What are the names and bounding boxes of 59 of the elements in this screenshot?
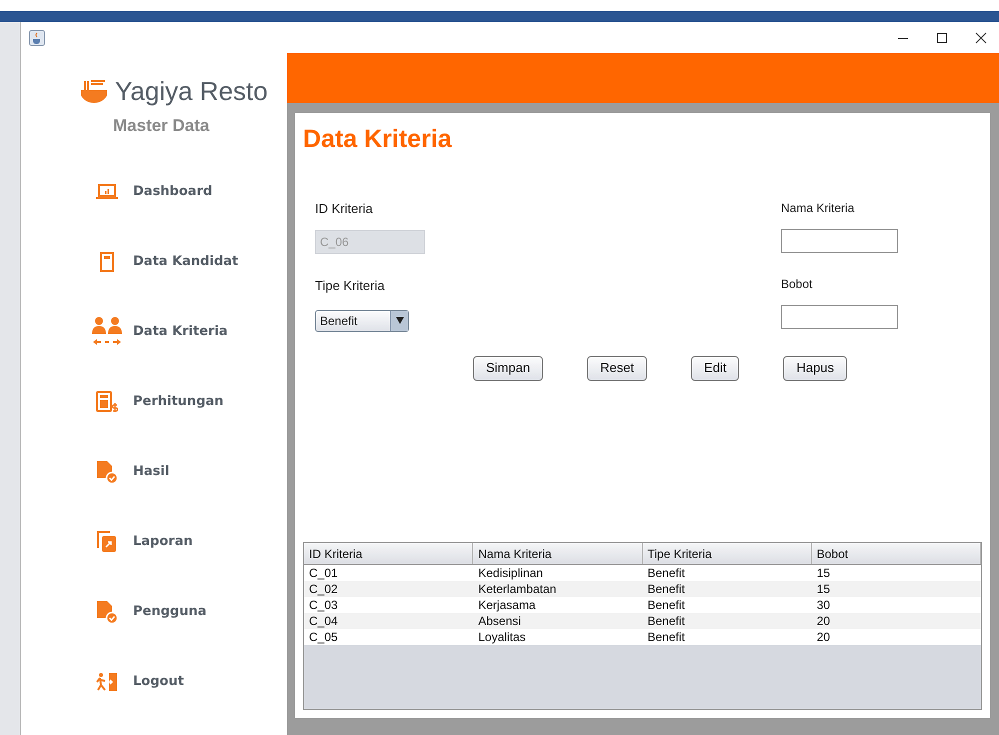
- table-cell-text: Benefit: [646, 629, 686, 645]
- column-header[interactable]: Bobot: [812, 543, 981, 564]
- action-button[interactable]: Hapus: [783, 356, 848, 380]
- field-label: ID Kriteria: [315, 200, 374, 218]
- name-input-field[interactable]: [781, 228, 898, 252]
- table-cell-text: Kedisiplinan: [477, 565, 544, 581]
- table-cell-text: Kerjasama: [477, 597, 537, 613]
- document-check-icon: [96, 600, 118, 624]
- sidebar-item[interactable]: Hasil: [21, 436, 287, 506]
- column-header[interactable]: ID Kriteria: [304, 543, 474, 564]
- table-cell-text: 30: [816, 597, 832, 613]
- table-cell-text: C_02: [308, 581, 339, 597]
- sd-card-icon: [99, 252, 115, 272]
- table-cell-text: Benefit: [646, 613, 686, 629]
- field-label: Nama Kriteria: [781, 200, 856, 216]
- java-cup-icon: [29, 30, 45, 46]
- close-icon[interactable]: [975, 32, 987, 44]
- people-arrows-icon: [91, 316, 123, 348]
- table-cell-text: C_03: [308, 597, 339, 613]
- table-cell-text: 15: [816, 565, 832, 581]
- weight-input-field[interactable]: [781, 304, 898, 328]
- table-cell-text: Benefit: [646, 565, 686, 581]
- sidebar-item[interactable]: Data Kriteria: [21, 296, 287, 366]
- laptop-icon: [96, 184, 118, 200]
- type-dropdown[interactable]: Benefit: [315, 310, 409, 332]
- table-cell-text: C_04: [308, 613, 339, 629]
- table-cell-text: Benefit: [646, 581, 686, 597]
- action-button[interactable]: Edit: [691, 356, 740, 380]
- table-cell-text: C_05: [308, 629, 339, 645]
- table-cell-text: Absensi: [477, 613, 522, 629]
- column-header[interactable]: Tipe Kriteria: [642, 543, 812, 564]
- action-button[interactable]: Simpan: [473, 356, 544, 380]
- field-label: Bobot: [781, 276, 814, 292]
- table-cell-text: 15: [816, 581, 832, 597]
- copy-document-icon: [97, 530, 117, 552]
- sidebar-item[interactable]: Pengguna: [21, 576, 287, 646]
- calculator-icon: [96, 390, 118, 412]
- table-cell-text: Benefit: [646, 597, 686, 613]
- section-title: Master Data: [113, 115, 210, 137]
- table-cell-text: Loyalitas: [477, 629, 527, 645]
- action-button[interactable]: Reset: [587, 356, 648, 380]
- column-header[interactable]: Nama Kriteria: [473, 543, 642, 564]
- page-title: Data Kriteria: [303, 124, 453, 155]
- field-label: Tipe Kriteria: [315, 277, 386, 295]
- app-name: Yagiya Resto: [115, 74, 268, 108]
- table-cell-text: 20: [816, 629, 832, 645]
- sidebar-item[interactable]: Perhitungan: [21, 366, 287, 436]
- sidebar-item[interactable]: Logout: [21, 646, 287, 716]
- sidebar-item[interactable]: Data Kandidat: [21, 226, 287, 296]
- dropdown-arrow-icon: [396, 317, 404, 324]
- table-cell-text: Keterlambatan: [477, 581, 558, 597]
- noodle-bowl-icon: [81, 79, 107, 103]
- table-cell-text: 20: [816, 613, 832, 629]
- sidebar-item[interactable]: Laporan: [21, 506, 287, 576]
- maximize-icon[interactable]: [936, 32, 948, 44]
- document-check-icon: [96, 460, 118, 484]
- table-cell-text: C_01: [308, 565, 339, 581]
- exit-door-icon: [96, 672, 118, 692]
- sidebar-item[interactable]: Dashboard: [21, 156, 287, 226]
